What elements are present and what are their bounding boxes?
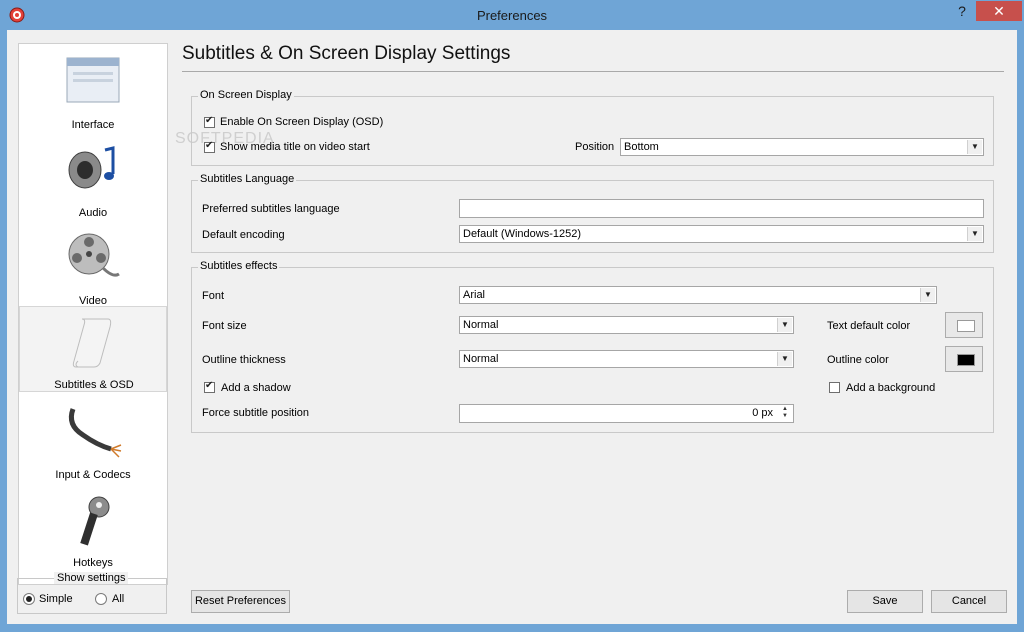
outline-thickness-select[interactable]: Normal ▼ (459, 350, 794, 368)
subtitles-icon (72, 318, 112, 368)
subtitles-effects-title: Subtitles effects (198, 260, 280, 272)
help-button[interactable]: ? (950, 2, 974, 20)
font-size-select[interactable]: Normal ▼ (459, 316, 794, 334)
sidebar-item-interface[interactable]: Interface (19, 46, 167, 132)
show-media-title-checkbox[interactable] (204, 140, 215, 153)
default-encoding-value: Default (Windows-1252) (463, 228, 581, 240)
chevron-down-icon: ▼ (967, 227, 982, 241)
spin-up-icon[interactable]: ▲ (778, 406, 792, 413)
spin-buttons[interactable]: ▲ ▼ (778, 406, 792, 421)
font-value: Arial (463, 289, 486, 301)
all-radio-label: All (112, 593, 125, 605)
font-label: Font (202, 290, 225, 302)
force-subtitle-position-label: Force subtitle position (202, 407, 309, 419)
sidebar-item-hotkeys[interactable]: Hotkeys (19, 487, 167, 573)
close-button[interactable]: ✕ (976, 1, 1022, 21)
font-size-value: Normal (463, 319, 499, 331)
preferences-client-area: Interface Audio Video Subtitles & OSD In… (7, 30, 1017, 624)
page-title: Subtitles & On Screen Display Settings (182, 43, 511, 64)
text-default-color-button[interactable] (945, 312, 983, 338)
enable-osd-label: Enable On Screen Display (OSD) (220, 116, 384, 128)
outline-color-label: Outline color (827, 354, 889, 366)
title-bar: Preferences ? ✕ (0, 0, 1024, 30)
add-shadow-label: Add a shadow (221, 382, 291, 394)
show-media-title-label: Show media title on video start (220, 141, 370, 153)
simple-radio[interactable] (23, 593, 35, 605)
save-button[interactable]: Save (847, 590, 923, 613)
sidebar-item-label: Interface (71, 119, 115, 131)
sidebar-item-label: Audio (78, 207, 108, 219)
default-encoding-label: Default encoding (202, 229, 285, 241)
category-sidebar: Interface Audio Video Subtitles & OSD In… (18, 43, 168, 585)
simple-radio-label: Simple (39, 593, 73, 605)
sidebar-item-video[interactable]: Video (19, 222, 167, 308)
input-codecs-icon (68, 408, 122, 458)
add-background-checkbox[interactable] (829, 382, 840, 393)
spin-down-icon[interactable]: ▼ (778, 413, 792, 420)
chevron-down-icon: ▼ (777, 352, 792, 366)
chevron-down-icon: ▼ (777, 318, 792, 332)
text-default-color-label: Text default color (827, 320, 911, 332)
cancel-button[interactable]: Cancel (931, 590, 1007, 613)
add-background-label: Add a background (846, 382, 936, 394)
add-shadow-checkbox[interactable] (204, 380, 215, 393)
chevron-down-icon: ▼ (920, 288, 935, 302)
show-settings-title: Show settings (54, 572, 129, 584)
show-settings-group: Show settings Simple All (17, 572, 167, 614)
enable-osd-checkbox[interactable] (204, 115, 215, 128)
video-icon (68, 233, 120, 277)
force-subtitle-position-spinbox[interactable]: 0 px ▲ ▼ (459, 404, 794, 423)
position-label: Position (575, 141, 615, 153)
interface-icon (66, 57, 120, 103)
sidebar-item-input-codecs[interactable]: Input & Codecs (19, 399, 167, 485)
subtitles-language-group: Subtitles Language Preferred subtitles l… (191, 173, 994, 253)
subtitles-language-title: Subtitles Language (198, 173, 297, 185)
sidebar-item-label: Hotkeys (73, 557, 113, 569)
all-radio[interactable] (95, 593, 107, 605)
osd-group: On Screen Display Enable On Screen Displ… (191, 89, 994, 166)
audio-icon (68, 146, 115, 189)
sidebar-item-subtitles-osd[interactable]: Subtitles & OSD (19, 306, 167, 392)
window-title: Preferences (476, 8, 548, 23)
preferred-language-label: Preferred subtitles language (202, 203, 340, 215)
outline-thickness-label: Outline thickness (202, 354, 286, 366)
hotkeys-icon (80, 496, 110, 546)
position-select[interactable]: Bottom ▼ (620, 138, 984, 156)
reset-preferences-button[interactable]: Reset Preferences (191, 590, 290, 613)
sidebar-item-label: Input & Codecs (55, 469, 131, 481)
force-subtitle-position-value: 0 px (752, 407, 773, 419)
font-size-label: Font size (202, 320, 247, 332)
subtitles-effects-group: Subtitles effects Font Arial ▼ Font size… (191, 260, 994, 433)
outline-color-button[interactable] (945, 346, 983, 372)
osd-group-title: On Screen Display (198, 89, 294, 101)
default-encoding-select[interactable]: Default (Windows-1252) ▼ (459, 225, 984, 243)
sidebar-item-label: Subtitles & OSD (54, 379, 134, 391)
text-color-swatch (957, 320, 975, 332)
sidebar-item-audio[interactable]: Audio (19, 134, 167, 220)
outline-color-swatch (957, 354, 975, 366)
position-value: Bottom (624, 141, 659, 153)
chevron-down-icon: ▼ (967, 140, 982, 154)
outline-thickness-value: Normal (463, 353, 499, 365)
preferred-language-input[interactable] (459, 199, 984, 218)
title-divider (182, 71, 1004, 72)
font-select[interactable]: Arial ▼ (459, 286, 937, 304)
